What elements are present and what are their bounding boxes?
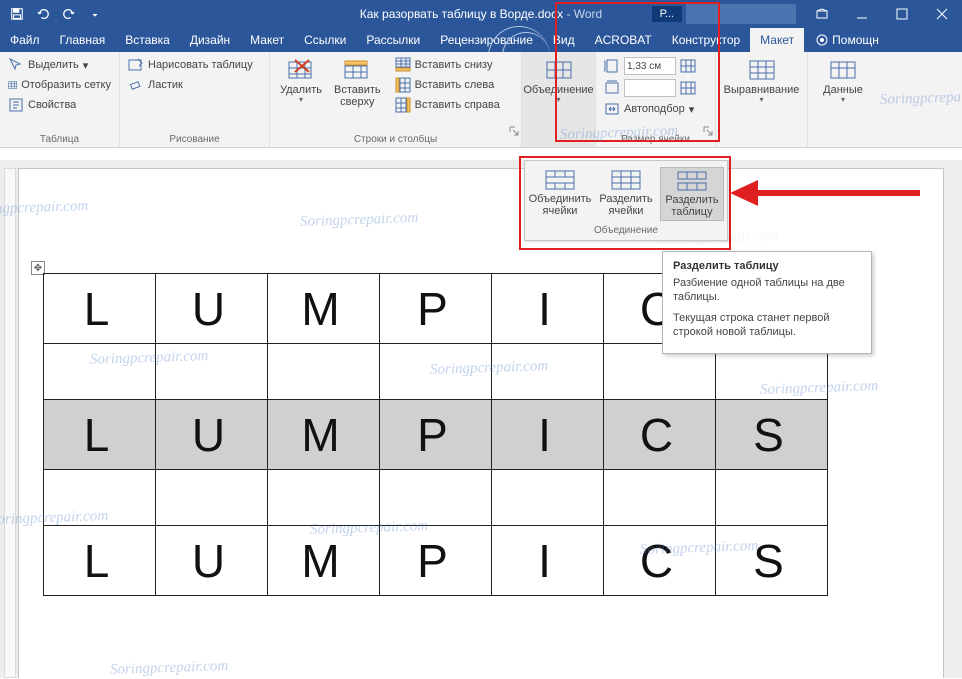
ribbon-display-options[interactable] bbox=[802, 0, 842, 28]
ribbon: Выделить▾ Отобразить сетку Свойства Табл… bbox=[0, 52, 962, 148]
alignment-button[interactable]: Выравнивание▾ bbox=[722, 56, 801, 107]
dropdown-group-label: Объединение bbox=[525, 223, 727, 240]
group-label-table: Таблица bbox=[6, 134, 113, 145]
data-button[interactable]: Данные▾ bbox=[814, 56, 872, 107]
insert-left-button[interactable]: Вставить слева bbox=[393, 76, 502, 94]
autofit-button[interactable]: Автоподбор▾ bbox=[602, 100, 709, 118]
split-cells-button[interactable]: Разделить ячейки bbox=[594, 167, 658, 221]
group-label-cell-size: Размер ячейки bbox=[602, 134, 709, 145]
tab-mailings[interactable]: Рассылки bbox=[356, 28, 430, 52]
tab-table-layout[interactable]: Макет bbox=[750, 28, 804, 52]
undo-button[interactable] bbox=[32, 3, 54, 25]
table-row bbox=[44, 470, 828, 526]
select-button[interactable]: Выделить▾ bbox=[6, 56, 113, 74]
tab-file[interactable]: Файл bbox=[0, 28, 50, 52]
dialog-launcher-cell-size[interactable] bbox=[703, 123, 713, 133]
tab-view[interactable]: Вид bbox=[543, 28, 585, 52]
page[interactable]: ✥ LUMPIC LUMPICS LUMPICS bbox=[18, 168, 944, 678]
minimize-button[interactable] bbox=[842, 0, 882, 28]
vertical-ruler bbox=[4, 168, 16, 678]
split-table-button[interactable]: Разделить таблицу bbox=[660, 167, 724, 221]
merge-dropdown: Объединить ячейки Разделить ячейки Разде… bbox=[524, 160, 728, 241]
tell-me[interactable]: Помощн bbox=[816, 28, 879, 52]
tooltip-title: Разделить таблицу bbox=[673, 260, 861, 272]
tooltip-text: Текущая строка станет первой строкой нов… bbox=[673, 311, 861, 340]
properties-button[interactable]: Свойства bbox=[6, 96, 113, 114]
dialog-launcher-rows-cols[interactable] bbox=[509, 123, 519, 133]
draw-table-button[interactable]: Нарисовать таблицу bbox=[126, 56, 263, 74]
save-button[interactable] bbox=[6, 3, 28, 25]
redo-button[interactable] bbox=[58, 3, 80, 25]
title-bar: Как разорвать таблицу в Ворде.docx - Wor… bbox=[0, 0, 962, 28]
delete-button[interactable]: Удалить▾ bbox=[276, 56, 326, 114]
table-row-selected: LUMPICS bbox=[44, 400, 828, 470]
insert-below-button[interactable]: Вставить снизу bbox=[393, 56, 502, 74]
view-gridlines-button[interactable]: Отобразить сетку bbox=[6, 76, 113, 94]
insert-right-button[interactable]: Вставить справа bbox=[393, 96, 502, 114]
close-button[interactable] bbox=[922, 0, 962, 28]
qat-customize[interactable] bbox=[84, 3, 106, 25]
group-label-draw: Рисование bbox=[126, 134, 263, 145]
table-row: LUMPICS bbox=[44, 526, 828, 596]
document-area: ✥ LUMPIC LUMPICS LUMPICS bbox=[0, 160, 962, 678]
eraser-button[interactable]: Ластик bbox=[126, 76, 263, 94]
account-area[interactable] bbox=[686, 4, 796, 24]
ribbon-tabs: Файл Главная Вставка Дизайн Макет Ссылки… bbox=[0, 28, 962, 52]
tab-home[interactable]: Главная bbox=[50, 28, 116, 52]
tab-table-design[interactable]: Конструктор bbox=[662, 28, 750, 52]
maximize-button[interactable] bbox=[882, 0, 922, 28]
group-label-rows-cols: Строки и столбцы bbox=[276, 134, 515, 145]
row-height-input[interactable]: 1,33 см bbox=[602, 56, 709, 76]
tab-references[interactable]: Ссылки bbox=[294, 28, 356, 52]
window-title: Как разорвать таблицу в Ворде.docx - Wor… bbox=[360, 7, 602, 21]
tab-acrobat[interactable]: ACROBAT bbox=[585, 28, 662, 52]
tooltip-text: Разбиение одной таблицы на две таблицы. bbox=[673, 276, 861, 305]
annotation-arrow bbox=[730, 182, 920, 204]
tooltip: Разделить таблицу Разбиение одной таблиц… bbox=[662, 251, 872, 354]
insert-above-button[interactable]: Вставить сверху bbox=[330, 56, 385, 114]
tab-insert[interactable]: Вставка bbox=[115, 28, 180, 52]
tell-me-label: Помощн bbox=[832, 33, 879, 47]
update-badge[interactable]: Р... bbox=[652, 6, 682, 22]
merge-group-collapsed[interactable]: Объединение▾ bbox=[528, 56, 589, 107]
col-width-input[interactable] bbox=[602, 78, 709, 98]
tab-layout[interactable]: Макет bbox=[240, 28, 294, 52]
merge-cells-button[interactable]: Объединить ячейки bbox=[528, 167, 592, 221]
tab-design[interactable]: Дизайн bbox=[180, 28, 240, 52]
